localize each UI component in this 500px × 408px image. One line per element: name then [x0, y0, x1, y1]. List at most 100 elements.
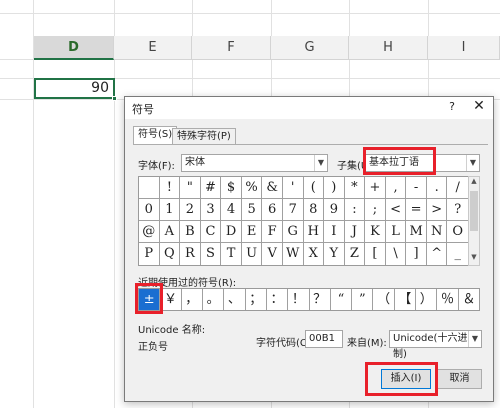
- cancel-button[interactable]: 取消: [437, 369, 482, 389]
- recent-symbol[interactable]: ”: [352, 289, 374, 310]
- symbol-cell[interactable]: =: [406, 199, 427, 221]
- recent-symbol[interactable]: ！: [288, 289, 310, 310]
- symbol-cell[interactable]: +: [365, 177, 386, 199]
- symbol-cell[interactable]: G: [282, 221, 304, 243]
- column-header-i[interactable]: I: [428, 36, 500, 60]
- symbol-cell[interactable]: _: [447, 243, 468, 265]
- symbol-cell[interactable]: Q: [160, 243, 181, 265]
- symbol-cell[interactable]: Z: [345, 243, 366, 265]
- recent-symbol[interactable]: ＆: [459, 289, 479, 310]
- symbol-cell[interactable]: F: [262, 221, 283, 243]
- column-header-f[interactable]: F: [192, 36, 271, 60]
- symbol-cell[interactable]: V: [262, 243, 283, 265]
- symbol-cell[interactable]: I: [324, 221, 345, 243]
- recent-symbol[interactable]: ？: [310, 289, 331, 310]
- symbol-cell[interactable]: B: [180, 221, 201, 243]
- char-code-input[interactable]: 00B1: [305, 330, 343, 348]
- symbol-grid-scrollbar[interactable]: ▲ ▼: [468, 176, 480, 266]
- symbol-cell[interactable]: 8: [303, 199, 325, 221]
- recent-symbol[interactable]: 。: [203, 289, 225, 310]
- symbol-cell[interactable]: /: [447, 177, 468, 199]
- recent-symbol[interactable]: ％: [437, 289, 459, 310]
- symbol-cell[interactable]: T: [221, 243, 242, 265]
- symbol-cell[interactable]: L: [385, 221, 407, 243]
- from-label: 来自(M):: [347, 338, 387, 349]
- symbol-cell[interactable]: J: [344, 221, 366, 243]
- close-icon[interactable]: ✕: [471, 98, 487, 114]
- symbol-cell[interactable]: :: [344, 199, 366, 221]
- font-select[interactable]: 宋体 ▼: [181, 154, 328, 172]
- symbol-cell[interactable]: *: [344, 177, 366, 199]
- symbol-cell[interactable]: M: [406, 221, 427, 243]
- scroll-up-icon[interactable]: ▲: [469, 177, 479, 189]
- symbol-cell[interactable]: %: [241, 177, 263, 199]
- fill-handle[interactable]: [112, 96, 117, 101]
- symbol-cell[interactable]: #: [200, 177, 222, 199]
- symbol-cell[interactable]: ?: [447, 199, 468, 221]
- symbol-cell[interactable]: .: [426, 177, 448, 199]
- column-header-e[interactable]: E: [114, 36, 192, 60]
- symbol-cell[interactable]: 3: [200, 199, 222, 221]
- symbol-cell[interactable]: C: [200, 221, 222, 243]
- scroll-down-icon[interactable]: ▼: [469, 253, 479, 265]
- symbol-cell[interactable]: <: [385, 199, 407, 221]
- symbol-cell[interactable]: [: [365, 243, 386, 265]
- recent-symbol[interactable]: ：: [267, 289, 289, 310]
- symbol-cell[interactable]: 4: [221, 199, 242, 221]
- symbol-cell[interactable]: P: [139, 243, 160, 265]
- column-header-h[interactable]: H: [349, 36, 428, 60]
- symbol-cell[interactable]: @: [139, 221, 160, 243]
- from-select[interactable]: Unicode(十六进制) ▼: [389, 330, 482, 360]
- scroll-thumb[interactable]: [470, 191, 478, 231]
- symbol-cell[interactable]: $: [221, 177, 242, 199]
- symbol-cell[interactable]: ^: [427, 243, 448, 265]
- symbol-cell[interactable]: 5: [241, 199, 263, 221]
- symbol-cell[interactable]: N: [426, 221, 448, 243]
- symbol-cell[interactable]: [139, 177, 160, 199]
- symbol-cell[interactable]: ;: [365, 199, 386, 221]
- recent-symbol[interactable]: ￥: [160, 289, 182, 310]
- symbol-cell[interactable]: ,: [385, 177, 407, 199]
- recent-symbol[interactable]: 【: [395, 289, 417, 310]
- symbol-cell[interactable]: W: [283, 243, 304, 265]
- symbol-cell[interactable]: &: [262, 177, 283, 199]
- symbol-cell[interactable]: X: [304, 243, 325, 265]
- column-header-g[interactable]: G: [271, 36, 349, 60]
- recent-symbol[interactable]: ；: [246, 289, 267, 310]
- symbol-cell[interactable]: S: [201, 243, 222, 265]
- symbol-cell[interactable]: (: [303, 177, 325, 199]
- recent-symbol[interactable]: ）: [416, 289, 438, 310]
- symbol-cell[interactable]: H: [303, 221, 325, 243]
- symbol-cell[interactable]: ': [282, 177, 304, 199]
- symbol-cell[interactable]: R: [180, 243, 201, 265]
- recent-symbol[interactable]: （: [373, 289, 395, 310]
- symbol-cell[interactable]: E: [241, 221, 263, 243]
- tab-special-characters[interactable]: 特殊字符(P): [172, 128, 236, 145]
- symbol-cell[interactable]: !: [159, 177, 181, 199]
- symbol-cell[interactable]: -: [406, 177, 427, 199]
- symbol-cell[interactable]: O: [447, 221, 468, 243]
- recent-symbol[interactable]: “: [331, 289, 353, 310]
- symbol-cell[interactable]: 0: [139, 199, 160, 221]
- symbol-cell[interactable]: 9: [324, 199, 345, 221]
- symbol-cell[interactable]: ): [324, 177, 345, 199]
- column-header-d[interactable]: D: [34, 36, 114, 60]
- symbol-cell[interactable]: ": [180, 177, 201, 199]
- symbol-cell[interactable]: \: [386, 243, 407, 265]
- symbol-cell[interactable]: K: [365, 221, 386, 243]
- tab-symbols[interactable]: 符号(S): [133, 126, 178, 145]
- symbol-cell[interactable]: 2: [180, 199, 201, 221]
- symbol-cell[interactable]: >: [426, 199, 448, 221]
- symbol-cell[interactable]: D: [221, 221, 242, 243]
- symbol-cell[interactable]: U: [242, 243, 263, 265]
- symbol-cell[interactable]: 6: [262, 199, 283, 221]
- symbol-cell[interactable]: 7: [282, 199, 304, 221]
- recent-symbol[interactable]: 、: [224, 289, 246, 310]
- symbol-cell[interactable]: ]: [406, 243, 427, 265]
- active-cell-d[interactable]: 90: [34, 78, 115, 99]
- symbol-cell[interactable]: Y: [324, 243, 345, 265]
- symbol-cell[interactable]: A: [159, 221, 181, 243]
- recent-symbol[interactable]: ，: [182, 289, 203, 310]
- help-icon[interactable]: ?: [445, 100, 459, 114]
- symbol-cell[interactable]: 1: [159, 199, 181, 221]
